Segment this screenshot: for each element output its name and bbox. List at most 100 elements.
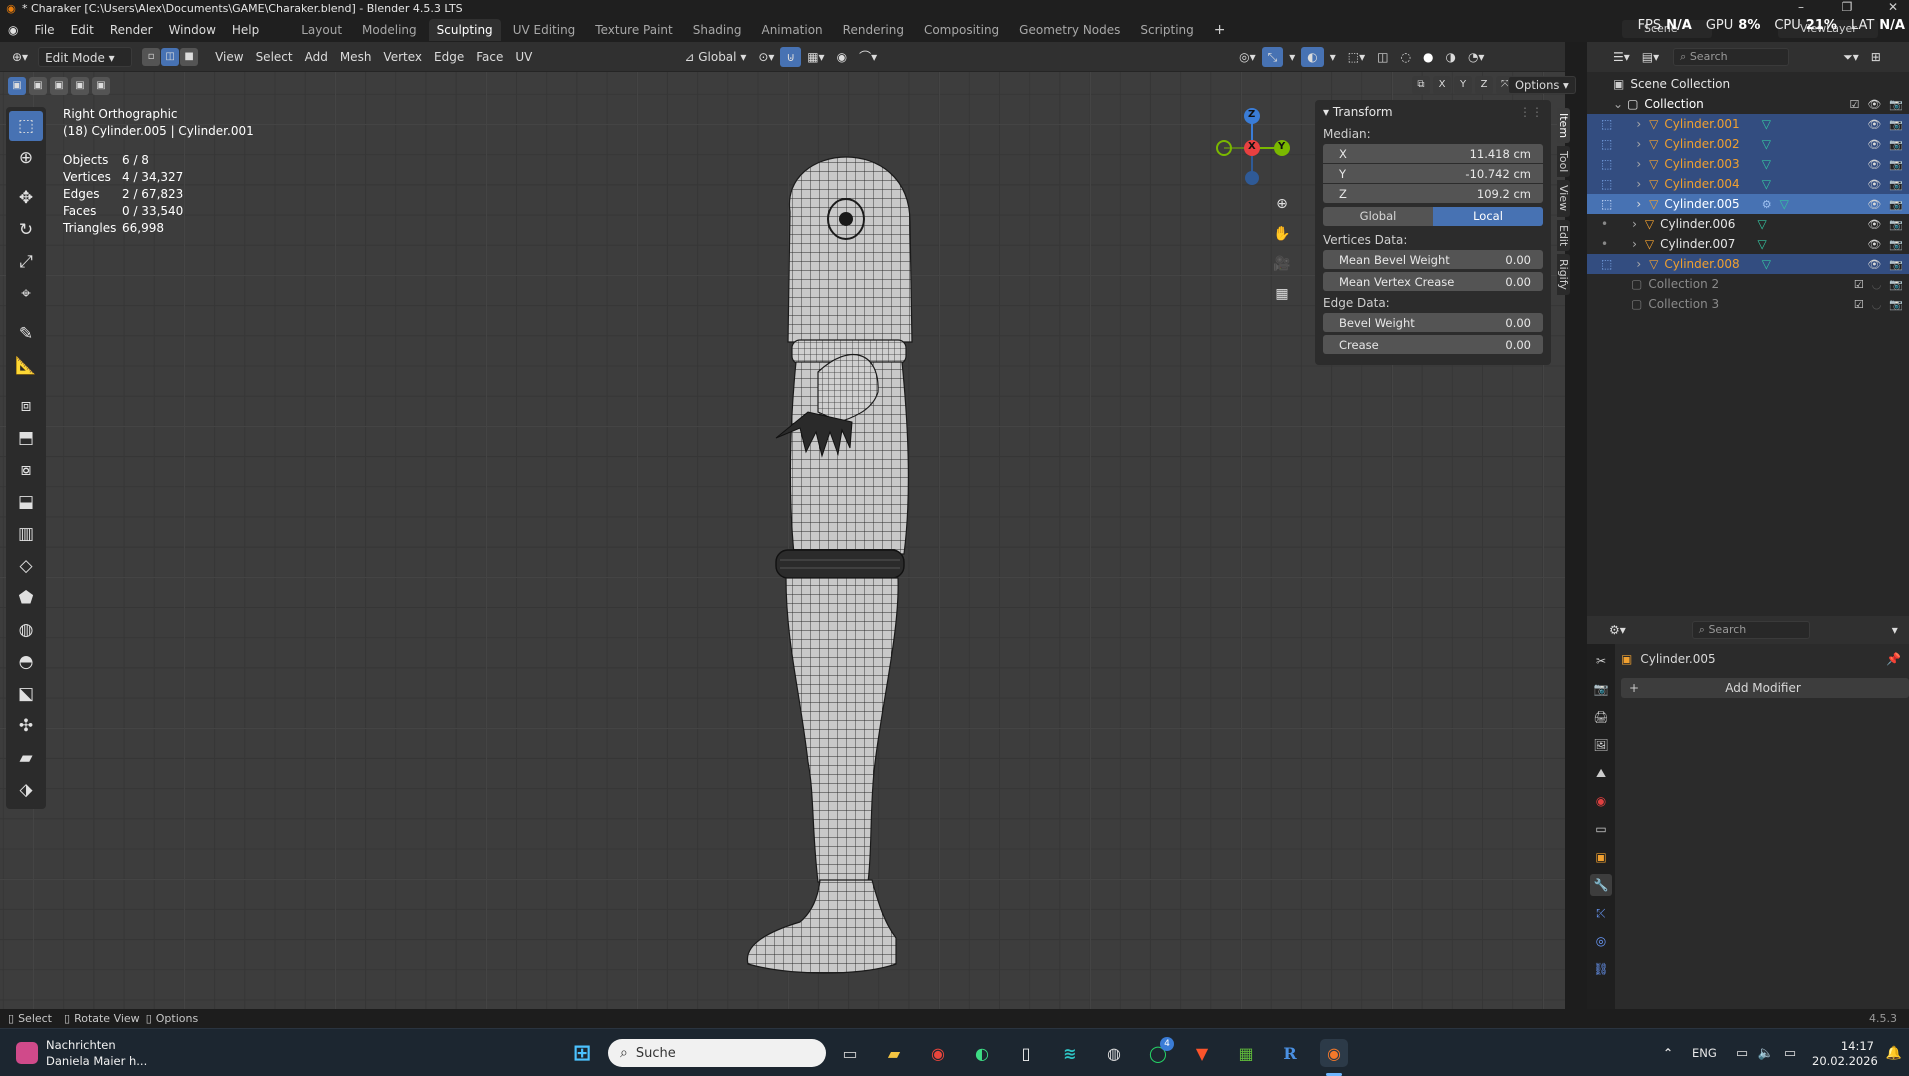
crease-field[interactable]: Crease 0.00 xyxy=(1323,335,1543,354)
eye-icon[interactable]: 👁 xyxy=(1867,158,1881,171)
camera-icon[interactable]: 📷 xyxy=(1889,138,1903,151)
notification-widget[interactable]: Nachrichten Daniela Maier h... xyxy=(16,1037,147,1069)
app-green-icon[interactable]: ◐ xyxy=(968,1039,996,1067)
options-dropdown[interactable]: Options ▾ xyxy=(1508,76,1576,94)
world-tab-icon[interactable]: ◉ xyxy=(1590,790,1612,812)
edge-slide-icon[interactable]: ⬕ xyxy=(9,679,43,709)
add-modifier-button[interactable]: + Add Modifier xyxy=(1621,678,1909,698)
taskbar-search-input[interactable]: ⌕ Suche xyxy=(608,1039,826,1067)
cursor-icon[interactable]: ⊕ xyxy=(9,143,43,173)
expand-arrow-icon[interactable]: › xyxy=(1636,117,1641,131)
measure-icon[interactable]: 📐 xyxy=(9,351,43,381)
properties-editor-type-icon[interactable]: ⚙▾ xyxy=(1603,620,1632,640)
tab-rendering[interactable]: Rendering xyxy=(835,19,912,41)
transform-icon[interactable]: ⌖ xyxy=(9,279,43,309)
eye-icon[interactable]: 👁 xyxy=(1867,118,1881,131)
falloff-icon[interactable]: ⌒▾ xyxy=(853,47,883,67)
tab-sculpting[interactable]: Sculpting xyxy=(428,18,501,41)
spin-icon[interactable]: ◍ xyxy=(9,615,43,645)
menu-face[interactable]: Face xyxy=(470,47,509,67)
mirror-z-toggle[interactable]: Z xyxy=(1475,76,1493,94)
tab-layout[interactable]: Layout xyxy=(293,19,350,41)
solid-shading-icon[interactable]: ● xyxy=(1417,47,1439,67)
tab-geometry-nodes[interactable]: Geometry Nodes xyxy=(1011,19,1128,41)
menu-view[interactable]: View xyxy=(209,47,249,67)
menu-help[interactable]: Help xyxy=(224,19,267,41)
mode-dropdown[interactable]: Edit Mode ▾ xyxy=(38,46,133,67)
expand-arrow-icon[interactable]: › xyxy=(1636,177,1641,191)
tab-animation[interactable]: Animation xyxy=(753,19,830,41)
outliner-editor-type-icon[interactable]: ☰▾ xyxy=(1607,47,1636,67)
poly-build-icon[interactable]: ⬟ xyxy=(9,583,43,613)
outliner-row-cylinder-004[interactable]: ⬚ › ▽ Cylinder.004 ▽ 👁 📷 xyxy=(1587,174,1909,194)
add-workspace-icon[interactable]: + xyxy=(1206,19,1234,41)
rendered-shading-icon[interactable]: ◔▾ xyxy=(1462,47,1491,67)
orientation-dropdown[interactable]: ⊿ Global ▾ xyxy=(678,47,752,67)
annotate-icon[interactable]: ✎ xyxy=(9,319,43,349)
tab-modeling[interactable]: Modeling xyxy=(354,19,425,41)
rotate-icon[interactable]: ↻ xyxy=(9,215,43,245)
tab-rigify[interactable]: Rigify xyxy=(1557,253,1570,295)
smooth-icon[interactable]: ◓ xyxy=(9,647,43,677)
overlays-toggle-icon[interactable]: ◐ xyxy=(1301,46,1324,67)
box-select-subtract-icon[interactable]: ▣ xyxy=(50,77,68,95)
edge-select-icon[interactable]: ◫ xyxy=(161,47,180,66)
face-select-icon[interactable]: ■ xyxy=(180,47,199,66)
maximize-icon[interactable]: ❐ xyxy=(1832,0,1862,17)
windows-start-icon[interactable]: ⊞ xyxy=(568,1039,596,1067)
navigation-gizmo[interactable]: Z Y X xyxy=(1212,106,1292,186)
add-cube-icon[interactable]: ⧈ xyxy=(9,391,43,421)
edit-mode-icon[interactable]: ⬚ xyxy=(1601,257,1612,271)
global-toggle[interactable]: Global xyxy=(1323,207,1433,226)
box-select-invert-icon[interactable]: ▣ xyxy=(71,77,89,95)
properties-search-input[interactable]: ⌕ Search xyxy=(1691,621,1810,639)
snap-icon[interactable]: ⊍ xyxy=(780,46,802,67)
mesh-overlay-icon[interactable]: ⬚▾ xyxy=(1342,47,1371,67)
box-select-extend-icon[interactable]: ▣ xyxy=(29,77,47,95)
edit-mode-icon[interactable]: ⬚ xyxy=(1601,197,1612,211)
notification-bell-icon[interactable]: 🔔 xyxy=(1880,1039,1908,1067)
camera-icon[interactable]: 📷 xyxy=(1889,118,1903,131)
xray-icon[interactable]: ◫ xyxy=(1371,47,1394,67)
inset-icon[interactable]: ⧇ xyxy=(9,455,43,485)
tab-tool[interactable]: Tool xyxy=(1557,146,1570,178)
checkbox-icon[interactable]: ☑ xyxy=(1849,98,1859,111)
menu-add[interactable]: Add xyxy=(299,47,334,67)
eye-icon[interactable]: 👁 xyxy=(1867,178,1881,191)
tab-view[interactable]: View xyxy=(1557,180,1570,217)
loop-cut-icon[interactable]: ▥ xyxy=(9,519,43,549)
expand-arrow-icon[interactable]: › xyxy=(1636,257,1641,271)
edit-mode-icon[interactable]: ⬚ xyxy=(1601,137,1612,151)
box-select-new-icon[interactable]: ▣ xyxy=(8,77,26,95)
pivot-icon[interactable]: ⊙▾ xyxy=(752,47,780,67)
eye-icon[interactable]: ◡ xyxy=(1872,278,1882,291)
tray-chevron-icon[interactable]: ⌃ xyxy=(1654,1039,1682,1067)
zoom-icon[interactable]: ⊕ xyxy=(1270,192,1294,216)
language-indicator[interactable]: ENG xyxy=(1692,1046,1717,1060)
tool-tab-icon[interactable]: ✂ xyxy=(1590,650,1612,672)
collection-3-row[interactable]: ▢ Collection 3 ☑ ◡ 📷 xyxy=(1587,294,1909,314)
mean-bevel-weight-field[interactable]: Mean Bevel Weight 0.00 xyxy=(1323,250,1543,269)
outliner-row-cylinder-002[interactable]: ⬚ › ▽ Cylinder.002 ▽ 👁 📷 xyxy=(1587,134,1909,154)
eye-icon[interactable]: 👁 xyxy=(1867,218,1881,231)
outliner-row-cylinder-003[interactable]: ⬚ › ▽ Cylinder.003 ▽ 👁 📷 xyxy=(1587,154,1909,174)
minimize-icon[interactable]: – xyxy=(1786,0,1816,17)
constraints-tab-icon[interactable]: ⛓ xyxy=(1590,958,1612,980)
camera-icon[interactable]: 📷 xyxy=(1889,98,1903,111)
camera-icon[interactable]: 📷 xyxy=(1889,218,1903,231)
median-x-field[interactable]: X 11.418 cm xyxy=(1323,144,1543,163)
camera-icon[interactable]: 📷 xyxy=(1889,178,1903,191)
mirror-y-toggle[interactable]: Y xyxy=(1454,76,1472,94)
eye-icon[interactable]: 👁 xyxy=(1867,238,1881,251)
median-y-field[interactable]: Y -10.742 cm xyxy=(1323,164,1543,183)
bevel-icon[interactable]: ⬓ xyxy=(9,487,43,517)
file-explorer-icon[interactable]: ▰ xyxy=(880,1039,908,1067)
menu-render[interactable]: Render xyxy=(102,19,161,41)
expand-arrow-icon[interactable]: › xyxy=(1636,137,1641,151)
tab-uv-editing[interactable]: UV Editing xyxy=(505,19,584,41)
task-view-icon[interactable]: ▭ xyxy=(836,1039,864,1067)
edit-mode-icon[interactable]: ⬚ xyxy=(1601,117,1612,131)
menu-uv[interactable]: UV xyxy=(509,47,538,67)
editor-type-icon[interactable]: ⊕▾ xyxy=(6,47,34,67)
wireframe-shading-icon[interactable]: ◌ xyxy=(1394,47,1416,67)
